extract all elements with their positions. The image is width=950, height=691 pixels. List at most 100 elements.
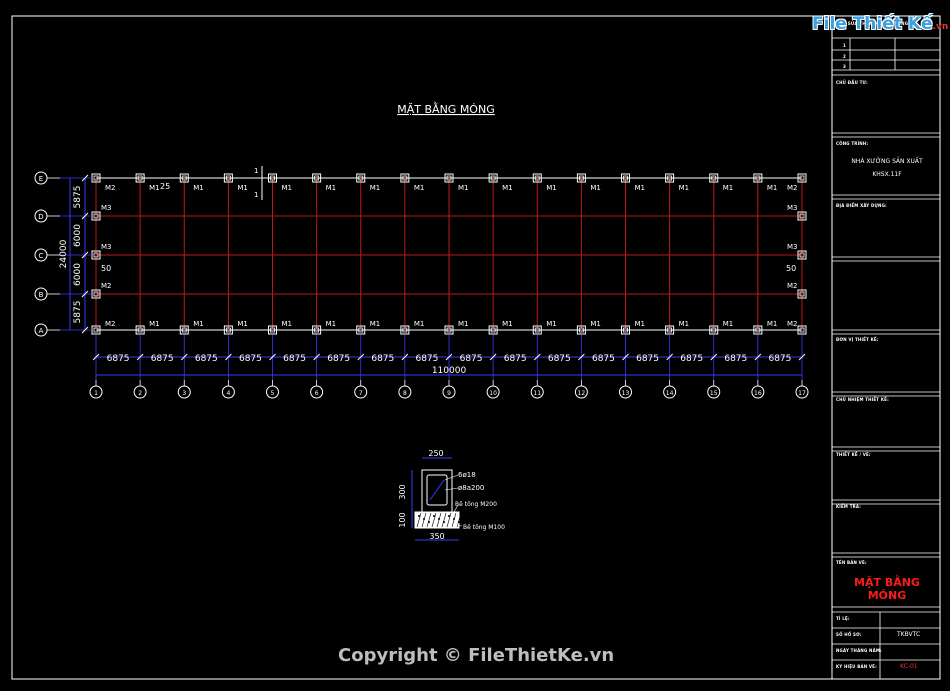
foundation-label-right-D: M3 (787, 204, 798, 212)
dim-text-row-span-2: 6000 (73, 224, 83, 247)
footing-section-detail: 250 300 100 350 6ø18 ø8a200 Bê tông M200… (398, 449, 505, 541)
foundation-label-top-17: M2 (787, 184, 798, 192)
foundation-label-bottom-11: M1 (546, 320, 557, 328)
axis-label-row-E: E (39, 175, 43, 183)
axis-label-2: 2 (138, 390, 142, 397)
foundation-label-top-16: M1 (767, 184, 778, 192)
foundation-label-bottom-9: M1 (458, 320, 469, 328)
foundation-label-top-5: M1 (282, 184, 293, 192)
dim-text-span-9: 6875 (460, 354, 483, 364)
axis-label-15: 15 (710, 390, 718, 397)
copyright-watermark: Copyright © FileThietKe.vn (338, 645, 615, 666)
filethietke-logo: File Thiết Kế.vn (812, 14, 949, 34)
dim-text-span-1: 6875 (107, 354, 130, 364)
foundation-label-top-1: M2 (105, 184, 116, 192)
section-mark-top: 1 (254, 167, 258, 175)
foundation-label-bottom-10: M1 (502, 320, 513, 328)
foundation-label-top-8: M1 (414, 184, 425, 192)
dim-text-total-width: 110000 (432, 366, 467, 376)
tb-project-name: NHÀ XƯỞNG SẢN XUẤT (851, 158, 923, 165)
foundation-label-top-13: M1 (635, 184, 646, 192)
tb-project-code: KHSX.11F (872, 171, 902, 178)
foundation-label-bottom-1: M2 (105, 320, 116, 328)
dim-50-right-label: 50 (786, 264, 796, 273)
axis-label-row-D: D (38, 213, 43, 221)
tb-cong-trinh: CÔNG TRÌNH: (836, 141, 869, 146)
foundation-label-bottom-3: M1 (193, 320, 204, 328)
axis-label-6: 6 (315, 390, 319, 397)
axis-label-8: 8 (403, 390, 407, 397)
foundation-plan-drawing: MẶT BẰNG MÓNG M2 M2 M1 M1 M1 M1 M1 M1 M1 M1 M1 M1 M1… (11, 15, 941, 680)
foundation-label-top-15: M1 (723, 184, 734, 192)
axis-label-10: 10 (489, 390, 497, 397)
section-height-base: 100 (398, 512, 407, 527)
foundation-label-bottom-17: M2 (787, 320, 798, 328)
foundation-label-bottom-16: M1 (767, 320, 778, 328)
tb-thiet-ke: THIẾT KẾ / VẼ: (836, 452, 871, 457)
axis-label-3: 3 (182, 390, 186, 397)
axis-label-row-A: A (39, 327, 44, 335)
foundation-label-top-9: M1 (458, 184, 469, 192)
dim-text-row-span-4: 5875 (73, 301, 83, 324)
axis-label-14: 14 (666, 390, 674, 397)
foundation-label-top-10: M1 (502, 184, 513, 192)
axis-label-9: 9 (447, 390, 451, 397)
foundation-label-top-4: M1 (237, 184, 248, 192)
foundation-label-bottom-5: M1 (282, 320, 293, 328)
tb-ti-le: TỈ LỆ: (836, 616, 850, 621)
tb-ngay: NGÀY THÁNG NĂM: (836, 648, 882, 653)
plan-title: MẶT BẰNG MÓNG (397, 102, 494, 116)
foundation-label-bottom-8: M1 (414, 320, 425, 328)
foundation-label-top-6: M1 (326, 184, 337, 192)
foundation-label-left-C: M3 (101, 243, 112, 251)
dim-text-total-height: 24000 (59, 239, 69, 268)
foundation-label-bottom-12: M1 (590, 320, 601, 328)
dim-text-span-10: 6875 (504, 354, 527, 364)
tb-rev-row-2: 2 (843, 54, 846, 59)
tb-ten-ban-ve: TÊN BẢN VẼ: (836, 560, 867, 565)
axis-label-12: 12 (578, 390, 586, 397)
dim-text-span-14: 6875 (680, 354, 703, 364)
tb-chu-dau-tu: CHỦ ĐẦU TƯ: (836, 80, 868, 85)
concrete-m200-label: Bê tông M200 (455, 501, 497, 508)
tb-ky-hieu: KÝ HIỆU BẢN VẼ: (836, 664, 877, 669)
axis-label-row-B: B (39, 291, 44, 299)
concrete-m100-label: Bê tông M100 (463, 524, 505, 531)
foundation-label-left-D: M3 (101, 204, 112, 212)
dim-text-span-16: 6875 (768, 354, 791, 364)
foundation-label-bottom-15: M1 (723, 320, 734, 328)
foundation-label-left-B: M2 (101, 282, 112, 290)
tb-rev-row-3: 3 (843, 64, 846, 69)
axis-label-4: 4 (226, 390, 230, 397)
dim-50-left-label: 50 (101, 264, 111, 273)
tb-so-ho-so: SỐ HỒ SƠ: (836, 632, 862, 637)
foundation-label-bottom-7: M1 (370, 320, 381, 328)
axis-label-13: 13 (622, 390, 630, 397)
rebar-stirrup-label: ø8a200 (458, 484, 484, 492)
foundation-label-top-12: M1 (590, 184, 601, 192)
dim-text-span-12: 6875 (592, 354, 615, 364)
axis-label-5: 5 (271, 390, 275, 397)
dim-text-row-span-3: 6000 (73, 263, 83, 286)
tb-dia-diem: ĐỊA ĐIỂM XÂY DỰNG: (836, 203, 887, 208)
dim-text-span-2: 6875 (151, 354, 174, 364)
dim-text-row-span-1: 5875 (73, 186, 83, 209)
tb-don-vi: ĐƠN VỊ THIẾT KẾ: (836, 337, 879, 342)
foundation-label-right-B: M2 (787, 282, 798, 290)
foundation-label-bottom-2: M1 (149, 320, 160, 328)
dim-text-span-13: 6875 (636, 354, 659, 364)
dim-text-span-4: 6875 (239, 354, 262, 364)
foundation-label-right-C: M3 (787, 243, 798, 251)
tb-rev-row-1: 1 (843, 43, 846, 48)
axis-label-1: 1 (94, 390, 98, 397)
axis-label-row-C: C (39, 252, 44, 260)
section-mark-bottom: 1 (254, 191, 258, 199)
section-height-col: 300 (398, 484, 407, 499)
dim-text-span-3: 6875 (195, 354, 218, 364)
axis-label-17: 17 (798, 390, 806, 397)
foundation-label-top-11: M1 (546, 184, 557, 192)
foundation-label-bottom-6: M1 (326, 320, 337, 328)
axis-label-7: 7 (359, 390, 363, 397)
foundation-label-top-14: M1 (679, 184, 690, 192)
foundation-label-bottom-4: M1 (237, 320, 248, 328)
